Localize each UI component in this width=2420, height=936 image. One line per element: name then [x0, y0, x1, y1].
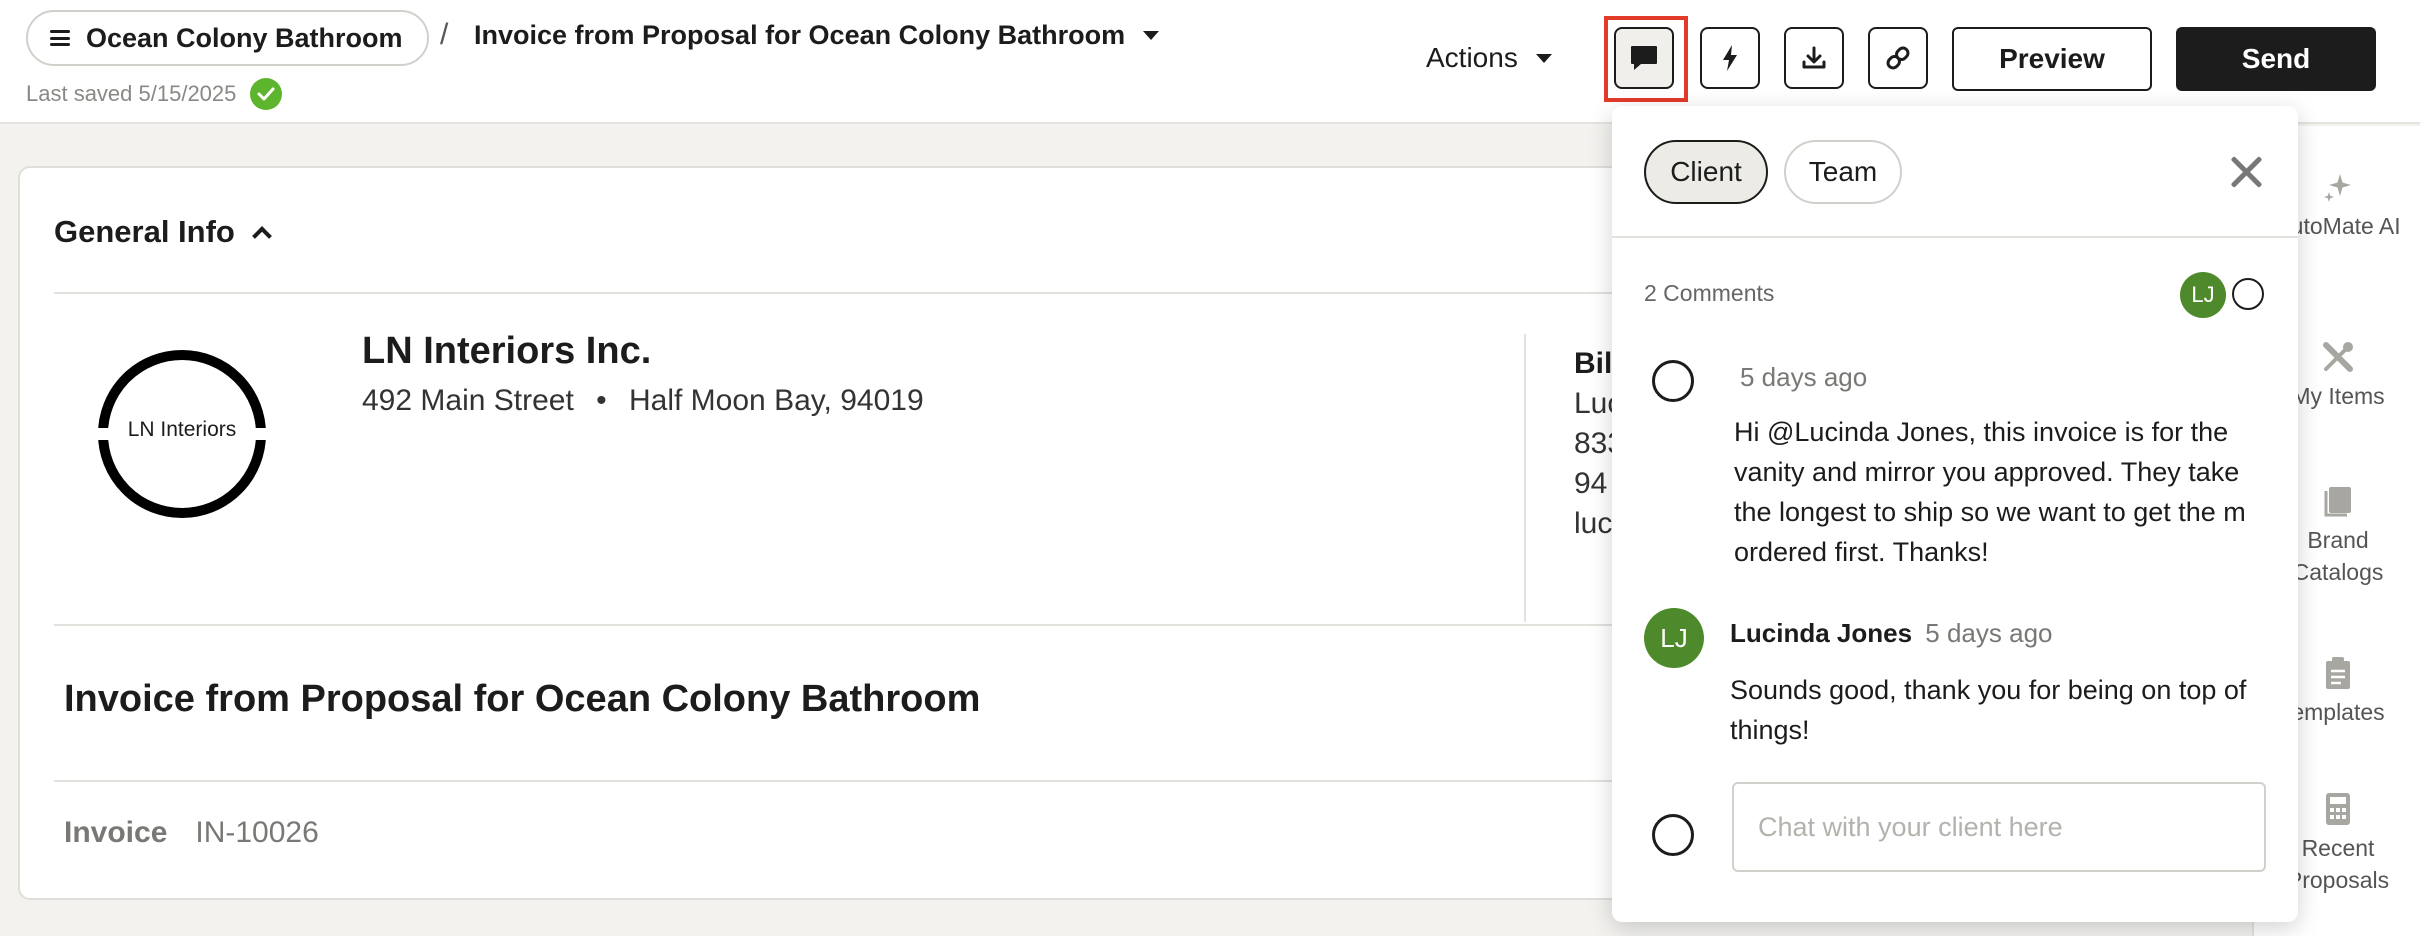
download-icon [1802, 46, 1826, 69]
company-address: 492 Main Street • Half Moon Bay, 94019 [362, 384, 924, 417]
comment-count: 2 Comments [1644, 280, 1775, 306]
document-title: Invoice from Proposal for Ocean Colony B… [474, 20, 1126, 50]
automation-button[interactable] [1700, 27, 1760, 89]
comment-author-avatar: LJ [1644, 608, 1704, 668]
participant-avatar: LJ [2180, 272, 2226, 318]
close-icon[interactable] [2228, 154, 2264, 190]
sparkle-icon [2321, 170, 2355, 204]
comment-header: Lucinda Jones 5 days ago [1730, 618, 2053, 649]
current-user-logo-avatar [1652, 814, 1694, 856]
comment-body: Sounds good, thank you for being on top … [1730, 675, 2247, 745]
comment-body: Hi @Lucinda Jones, this invoice is for t… [1734, 417, 2246, 567]
book-icon [2321, 484, 2355, 518]
comment-time: 5 days ago [1740, 362, 1868, 392]
clipboard-icon [2321, 656, 2355, 690]
project-name: Ocean Colony Bathroom [86, 22, 403, 53]
chevron-down-icon [1143, 31, 1160, 40]
send-button[interactable]: Send [2176, 27, 2376, 91]
document-title-dropdown[interactable]: Invoice from Proposal for Ocean Colony B… [474, 20, 1160, 51]
last-saved-text: Last saved 5/15/2025 [26, 81, 237, 106]
participant-logo-avatar [2232, 278, 2264, 310]
tab-client[interactable]: Client [1644, 140, 1768, 204]
company-logo: LN Interiors [96, 348, 268, 520]
save-status: Last saved 5/15/2025 [26, 78, 283, 110]
divider [1612, 236, 2298, 238]
tab-team[interactable]: Team [1784, 140, 1902, 204]
lightning-icon [1723, 45, 1737, 71]
download-button[interactable] [1784, 27, 1844, 89]
comments-panel: Client Team 2 Comments LJ 5 days ago Hi … [1612, 106, 2298, 922]
comment-author: Lucinda Jones [1730, 618, 1913, 648]
invoice-number-row: Invoice IN-10026 [64, 816, 319, 850]
divider [1524, 334, 1526, 622]
actions-menu-button[interactable]: Actions [1426, 42, 1552, 74]
chevron-down-icon [1535, 53, 1552, 63]
chat-input[interactable] [1732, 782, 2266, 872]
invoice-label: Invoice [64, 816, 168, 849]
actions-label: Actions [1426, 42, 1518, 73]
copy-link-button[interactable] [1868, 27, 1928, 89]
breadcrumb-separator: / [440, 18, 449, 51]
check-circle-icon [250, 78, 283, 110]
comment-author-logo-avatar [1652, 360, 1694, 402]
section-title: General Info [54, 214, 235, 249]
general-info-toggle[interactable]: General Info [54, 214, 272, 250]
company-name: LN Interiors Inc. [362, 330, 652, 372]
link-icon [1886, 46, 1910, 70]
tools-icon [2321, 340, 2355, 374]
calculator-icon [2321, 792, 2355, 826]
hamburger-icon [50, 30, 70, 46]
invoice-number[interactable]: IN-10026 [195, 816, 318, 850]
comment-time: 5 days ago [1925, 618, 2053, 648]
invoice-title[interactable]: Invoice from Proposal for Ocean Colony B… [64, 678, 980, 721]
logo-text: LN Interiors [127, 418, 237, 441]
chevron-up-icon [251, 226, 272, 246]
project-menu-button[interactable]: Ocean Colony Bathroom [26, 10, 429, 66]
comments-button-highlight [1604, 16, 1688, 102]
preview-button[interactable]: Preview [1952, 27, 2152, 91]
